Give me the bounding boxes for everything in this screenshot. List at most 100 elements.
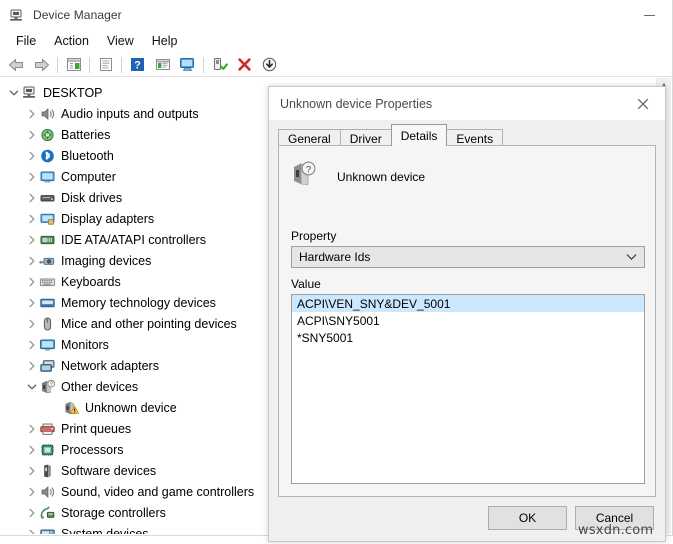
chevron-right-icon[interactable] <box>24 337 39 352</box>
chevron-right-icon[interactable] <box>24 190 39 205</box>
toolbar: ? <box>0 53 672 77</box>
enable-device-icon[interactable] <box>207 54 232 76</box>
keyboard-icon <box>39 274 56 290</box>
tree-item-label: Memory technology devices <box>61 295 216 310</box>
tree-item-label: DESKTOP <box>43 85 103 100</box>
properties-icon[interactable] <box>93 54 118 76</box>
chevron-right-icon[interactable] <box>24 148 39 163</box>
uninstall-device-icon[interactable] <box>232 54 257 76</box>
speaker-icon <box>39 106 56 122</box>
chevron-right-icon[interactable] <box>24 526 39 534</box>
chevron-right-icon[interactable] <box>24 358 39 373</box>
tree-item-label: Display adapters <box>61 211 155 226</box>
tree-item-label: Storage controllers <box>61 505 166 520</box>
chevron-right-icon[interactable] <box>24 169 39 184</box>
dialog-titlebar: Unknown device Properties <box>269 87 665 120</box>
mouse-icon <box>39 316 56 332</box>
tree-item-label: Imaging devices <box>61 253 152 268</box>
tree-item-label: Mice and other pointing devices <box>61 316 237 331</box>
tree-item-label: Print queues <box>61 421 132 436</box>
tree-item-label: Processors <box>61 442 124 457</box>
minimize-button[interactable] <box>627 0 672 30</box>
chevron-right-icon[interactable] <box>24 253 39 268</box>
chevron-right-icon[interactable] <box>24 316 39 331</box>
unknown-device-warning-icon <box>63 400 80 416</box>
show-hide-console-tree-icon[interactable] <box>61 54 86 76</box>
back-arrow-icon[interactable] <box>4 54 29 76</box>
chevron-down-icon <box>626 247 637 267</box>
tree-item-label: Network adapters <box>61 358 159 373</box>
imaging-device-icon <box>39 253 56 269</box>
forward-arrow-icon[interactable] <box>29 54 54 76</box>
tree-item-label: Audio inputs and outputs <box>61 106 199 121</box>
system-device-icon <box>39 526 56 534</box>
memory-device-icon <box>39 295 56 311</box>
window-controls <box>627 0 672 30</box>
value-list-item[interactable]: *SNY5001 <box>292 329 644 346</box>
chevron-right-icon[interactable] <box>24 463 39 478</box>
window-title: Device Manager <box>33 8 122 22</box>
chevron-right-icon[interactable] <box>24 106 39 121</box>
chevron-right-icon[interactable] <box>24 505 39 520</box>
chevron-right-icon[interactable] <box>24 211 39 226</box>
software-device-icon <box>39 463 56 479</box>
value-list-item[interactable]: ACPI\VEN_SNY&DEV_5001 <box>292 295 644 312</box>
tree-item-label: Computer <box>61 169 116 184</box>
tree-item-label: Sound, video and game controllers <box>61 484 255 499</box>
toolbar-separator-4 <box>203 56 204 73</box>
display-adapter-icon <box>39 211 56 227</box>
chevron-down-icon[interactable] <box>6 85 21 100</box>
details-tab-panel: ? Unknown device Property Hardware Ids V… <box>278 145 656 497</box>
tab-details[interactable]: Details <box>390 124 448 146</box>
tree-item-label: Other devices <box>61 379 139 394</box>
toolbar-separator-1 <box>57 56 58 73</box>
monitor-icon <box>39 337 56 353</box>
menu-help[interactable]: Help <box>143 32 187 51</box>
help-icon[interactable]: ? <box>125 54 150 76</box>
svg-text:?: ? <box>50 381 53 387</box>
ide-controller-icon <box>39 232 56 248</box>
menu-action[interactable]: Action <box>45 32 98 51</box>
chevron-right-icon[interactable] <box>24 232 39 247</box>
menu-file[interactable]: File <box>7 32 45 51</box>
device-manager-app: Device Manager File Action View Help ? D… <box>0 0 673 544</box>
site-watermark: wsxdn.com <box>578 523 654 538</box>
value-label: Value <box>291 277 321 291</box>
disable-device-icon[interactable] <box>257 54 282 76</box>
menubar: File Action View Help <box>0 30 672 53</box>
close-icon[interactable] <box>620 87 665 120</box>
tree-item-label: Batteries <box>61 127 111 142</box>
other-device-icon: ? <box>39 379 56 395</box>
chevron-down-icon[interactable] <box>24 379 39 394</box>
tree-item-label: Disk drives <box>61 190 123 205</box>
unknown-device-properties-dialog: Unknown device Properties General Driver… <box>268 86 666 542</box>
tree-no-chevron <box>48 400 63 415</box>
value-list-item[interactable]: ACPI\SNY5001 <box>292 312 644 329</box>
processor-icon <box>39 442 56 458</box>
toolbar-separator-3 <box>121 56 122 73</box>
dialog-tabstrip: General Driver Details Events <box>278 124 504 148</box>
device-name: Unknown device <box>337 169 426 184</box>
svg-text:?: ? <box>134 60 141 72</box>
tree-item-label: System devices <box>61 526 149 535</box>
property-dropdown[interactable]: Hardware Ids <box>291 246 645 268</box>
svg-text:?: ? <box>306 165 311 176</box>
computer-root-icon <box>21 85 38 101</box>
scan-for-hardware-changes-icon[interactable] <box>175 54 200 76</box>
chevron-right-icon[interactable] <box>24 421 39 436</box>
chevron-right-icon[interactable] <box>24 127 39 142</box>
chevron-right-icon[interactable] <box>24 484 39 499</box>
chevron-right-icon[interactable] <box>24 274 39 289</box>
menu-view[interactable]: View <box>98 32 143 51</box>
device-manager-icon <box>8 7 24 23</box>
property-label: Property <box>291 229 337 243</box>
value-listbox[interactable]: ACPI\VEN_SNY&DEV_5001 ACPI\SNY5001 *SNY500… <box>291 294 645 484</box>
computer-icon <box>39 169 56 185</box>
property-selected-value: Hardware Ids <box>299 250 371 264</box>
toolbar-separator-2 <box>89 56 90 73</box>
update-driver-icon[interactable] <box>150 54 175 76</box>
dialog-body: General Driver Details Events ? Unknown … <box>269 120 665 541</box>
chevron-right-icon[interactable] <box>24 295 39 310</box>
ok-button[interactable]: OK <box>488 506 567 530</box>
chevron-right-icon[interactable] <box>24 442 39 457</box>
